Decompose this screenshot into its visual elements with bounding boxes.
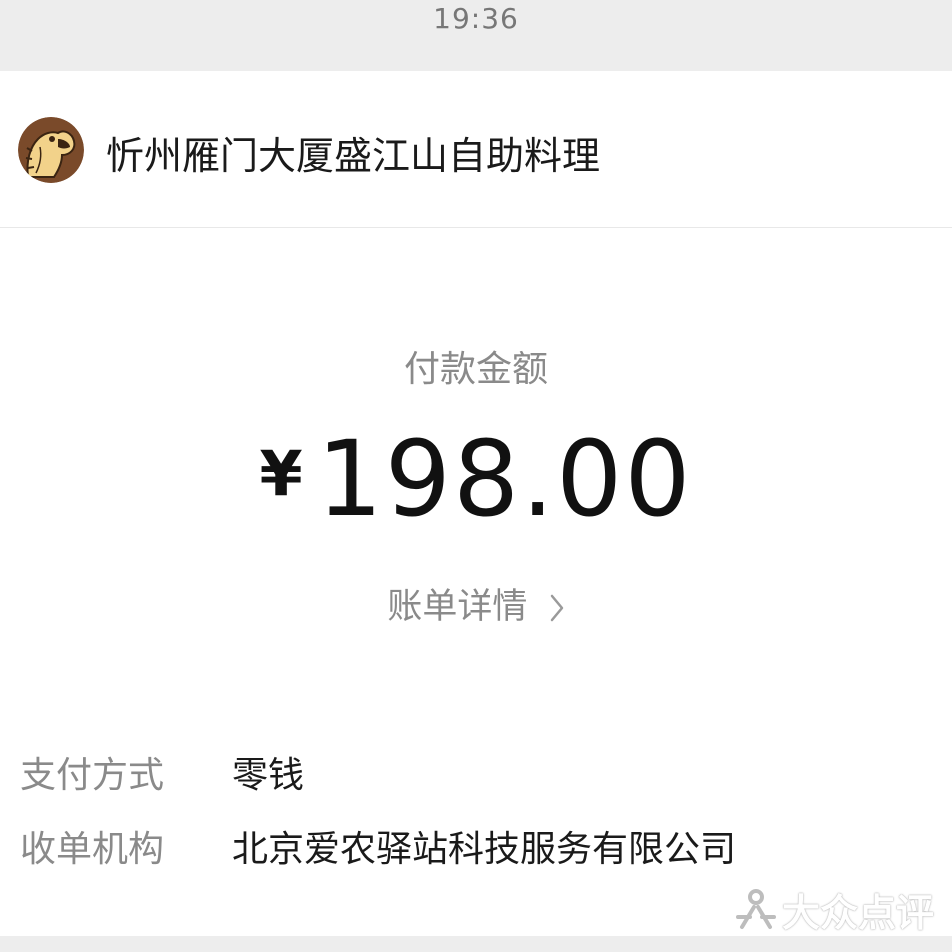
dianping-logo-icon	[735, 889, 776, 929]
currency-symbol: ¥	[259, 437, 303, 510]
bottom-strip	[0, 936, 952, 952]
acquirer-label: 收单机构	[20, 829, 165, 870]
merchant-name[interactable]: 忻州雁门大厦盛江山自助料理	[106, 125, 600, 180]
watermark-text: 大众点评	[781, 890, 934, 935]
status-bar: 19:36	[0, 0, 952, 71]
merchant-avatar[interactable]	[18, 117, 84, 183]
amount-value: 198.00	[316, 418, 693, 540]
payment-method-row: 支付方式 零钱	[0, 746, 952, 796]
amount-label: 付款金额	[403, 349, 548, 390]
bill-details-link[interactable]: 账单详情	[0, 578, 952, 629]
chevron-right-icon	[550, 594, 563, 622]
status-time: 19:36	[433, 2, 519, 35]
merchant-header[interactable]: 忻州雁门大厦盛江山自助料理	[0, 71, 952, 228]
bill-details-label: 账单详情	[387, 587, 528, 627]
dinosaur-mascot-icon	[18, 117, 84, 183]
payment-method-label: 支付方式	[20, 755, 165, 796]
acquirer-row: 收单机构 北京爱农驿站科技服务有限公司	[0, 820, 952, 870]
watermark: 大众点评	[734, 884, 934, 935]
payment-receipt-screen: 19:36 忻州雁门大厦盛江山自助料理 付款金额 ¥198.00 账单详情 支付…	[0, 0, 952, 952]
payment-amount: ¥198.00	[0, 418, 952, 540]
acquirer-value: 北京爱农驿站科技服务有限公司	[232, 829, 737, 870]
payment-method-value: 零钱	[232, 755, 305, 796]
